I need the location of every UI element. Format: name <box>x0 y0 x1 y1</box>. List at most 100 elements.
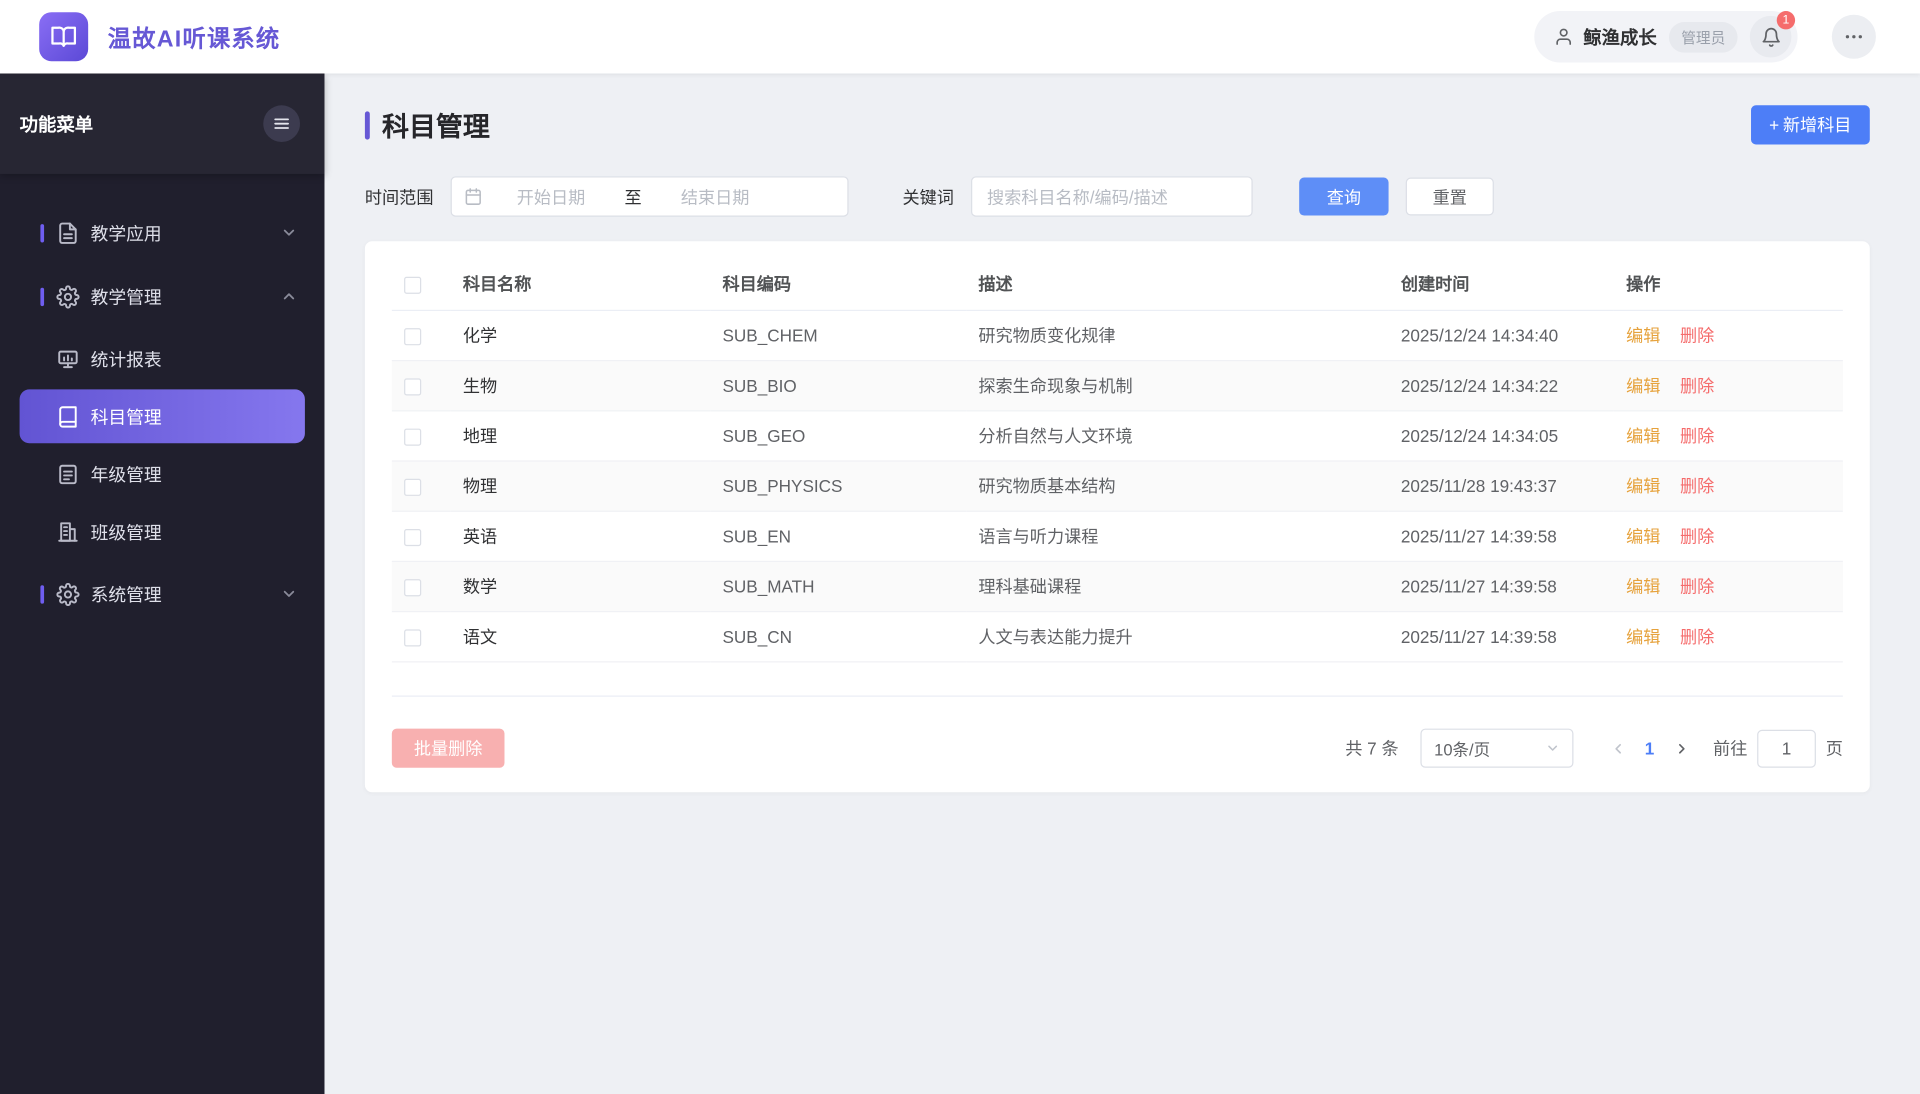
notification-button[interactable]: 1 <box>1749 11 1796 58</box>
edit-link[interactable]: 编辑 <box>1626 526 1660 546</box>
subjects-table: 科目名称 科目编码 描述 创建时间 操作 化学 SUB_CHEM 研究物质变化规… <box>391 258 1843 662</box>
row-checkbox[interactable] <box>404 628 422 647</box>
edit-link[interactable]: 编辑 <box>1626 375 1660 395</box>
reset-button[interactable]: 重置 <box>1405 177 1494 216</box>
sidebar-item-class-mgmt[interactable]: 班级管理 <box>20 504 305 558</box>
total-count: 共 7 条 <box>1345 738 1399 758</box>
chevron-down-icon <box>1548 745 1558 751</box>
page-size-select[interactable]: 10条/页 <box>1420 728 1574 768</box>
edit-link[interactable]: 编辑 <box>1626 426 1660 446</box>
table-bottom-divider <box>391 662 1843 697</box>
delete-link[interactable]: 删除 <box>1680 526 1714 546</box>
date-range-label: 时间范围 <box>364 186 434 207</box>
subject-name: 数学 <box>450 560 711 612</box>
subject-desc: 分析自然与人文环境 <box>966 410 1389 462</box>
more-options-button[interactable] <box>1831 14 1876 59</box>
table-row: 语文 SUB_CN 人文与表达能力提升 2025/11/27 14:39:58 … <box>391 611 1843 662</box>
add-subject-button[interactable]: + 新增科目 <box>1750 105 1870 145</box>
sidebar-item-teaching-app[interactable]: 教学应用 <box>0 201 324 265</box>
subject-name: 英语 <box>450 510 711 562</box>
ellipsis-icon <box>1845 35 1862 39</box>
column-header-name: 科目名称 <box>450 258 711 311</box>
title-accent-bar <box>364 110 370 139</box>
subject-name: 地理 <box>450 410 711 462</box>
delete-link[interactable]: 删除 <box>1680 325 1714 345</box>
search-button[interactable]: 查询 <box>1299 177 1389 216</box>
header-actions: 鲸渔成长 管理员 1 <box>1534 11 1876 63</box>
delete-link[interactable]: 删除 <box>1680 375 1714 395</box>
app-logo-icon <box>39 12 89 62</box>
date-range-picker[interactable]: 至 <box>450 176 849 217</box>
subject-code: SUB_CN <box>710 611 967 662</box>
book-icon <box>56 405 79 428</box>
keyword-label: 关键词 <box>902 186 954 207</box>
sidebar-item-teaching-mgmt[interactable]: 教学管理 <box>0 264 324 328</box>
sidebar-collapse-button[interactable] <box>263 105 301 143</box>
prev-page-button[interactable] <box>1601 731 1635 765</box>
app-header: 温故AI听课系统 鲸渔成长 管理员 1 <box>0 0 1920 74</box>
edit-link[interactable]: 编辑 <box>1626 576 1660 596</box>
subject-desc: 研究物质基本结构 <box>966 460 1389 512</box>
end-date-input[interactable] <box>646 186 784 207</box>
user-menu[interactable]: 鲸渔成长 管理员 1 <box>1534 11 1798 63</box>
document-icon <box>56 221 79 244</box>
chevron-left-icon <box>1614 743 1621 753</box>
sidebar: 功能菜单 教学应用 教学管理 统计报表 科目管理 年级管理 班级管理 系统管理 <box>0 73 325 1094</box>
subject-desc: 探索生命现象与机制 <box>966 360 1389 411</box>
subjects-table-card: 科目名称 科目编码 描述 创建时间 操作 化学 SUB_CHEM 研究物质变化规… <box>364 241 1870 793</box>
sidebar-item-grade-mgmt[interactable]: 年级管理 <box>20 447 305 501</box>
row-checkbox[interactable] <box>404 528 422 546</box>
delete-link[interactable]: 删除 <box>1680 476 1714 496</box>
sidebar-item-stats-report[interactable]: 统计报表 <box>20 332 305 386</box>
sidebar-title: 功能菜单 <box>19 114 94 136</box>
created-time: 2025/12/24 14:34:40 <box>1388 309 1614 361</box>
gear-icon <box>56 582 80 606</box>
sidebar-item-label: 教学应用 <box>90 224 162 245</box>
chevron-down-icon <box>280 585 297 602</box>
next-page-button[interactable] <box>1664 731 1698 765</box>
column-header-code: 科目编码 <box>710 258 967 311</box>
page-title: 科目管理 <box>382 111 490 143</box>
row-checkbox[interactable] <box>404 327 422 345</box>
edit-link[interactable]: 编辑 <box>1626 325 1660 345</box>
goto-page-input[interactable] <box>1757 729 1816 768</box>
select-all-checkbox[interactable] <box>404 276 422 294</box>
sidebar-item-subject-mgmt[interactable]: 科目管理 <box>19 389 305 444</box>
keyword-input[interactable] <box>971 176 1253 217</box>
goto-label: 前往 <box>1713 738 1748 758</box>
edit-link[interactable]: 编辑 <box>1626 626 1660 646</box>
row-checkbox[interactable] <box>404 478 422 496</box>
delete-link[interactable]: 删除 <box>1680 576 1714 596</box>
page-number[interactable]: 1 <box>1635 738 1664 758</box>
brand: 温故AI听课系统 <box>39 12 280 62</box>
subject-code: SUB_MATH <box>710 560 967 612</box>
filter-bar: 时间范围 至 关键词 查询 重置 <box>364 176 1870 217</box>
start-date-input[interactable] <box>482 186 620 207</box>
row-checkbox[interactable] <box>404 578 422 596</box>
created-time: 2025/11/27 14:39:58 <box>1388 510 1614 562</box>
user-role-badge: 管理员 <box>1668 21 1738 53</box>
table-row: 数学 SUB_MATH 理科基础课程 2025/11/27 14:39:58 编… <box>391 560 1843 612</box>
add-subject-label: 新增科目 <box>1782 115 1852 135</box>
created-time: 2025/12/24 14:34:05 <box>1388 410 1614 462</box>
sidebar-item-label: 教学管理 <box>90 288 162 308</box>
hamburger-icon <box>274 118 289 129</box>
subject-name: 物理 <box>450 460 711 512</box>
row-checkbox[interactable] <box>404 428 422 446</box>
delete-link[interactable]: 删除 <box>1680 626 1714 646</box>
subject-desc: 人文与表达能力提升 <box>966 611 1389 662</box>
accent-bar <box>40 584 45 604</box>
batch-delete-button[interactable]: 批量删除 <box>391 728 505 768</box>
app-stage: 温故AI听课系统 鲸渔成长 管理员 1 功能菜单 教学应用 教学管理 统计报表 … <box>0 0 1920 1094</box>
delete-link[interactable]: 删除 <box>1680 426 1714 446</box>
edit-link[interactable]: 编辑 <box>1626 476 1660 496</box>
sidebar-item-system-mgmt[interactable]: 系统管理 <box>0 562 324 626</box>
table-row: 生物 SUB_BIO 探索生命现象与机制 2025/12/24 14:34:22… <box>391 360 1843 411</box>
user-icon <box>1554 27 1574 47</box>
submenu-teaching-mgmt: 统计报表 科目管理 年级管理 班级管理 <box>0 332 324 559</box>
plus-icon: + <box>1769 115 1780 135</box>
row-checkbox[interactable] <box>404 377 422 396</box>
page-size-value: 10条/页 <box>1434 740 1491 760</box>
sidebar-item-label: 科目管理 <box>90 408 162 428</box>
sidebar-item-label: 班级管理 <box>90 523 162 544</box>
